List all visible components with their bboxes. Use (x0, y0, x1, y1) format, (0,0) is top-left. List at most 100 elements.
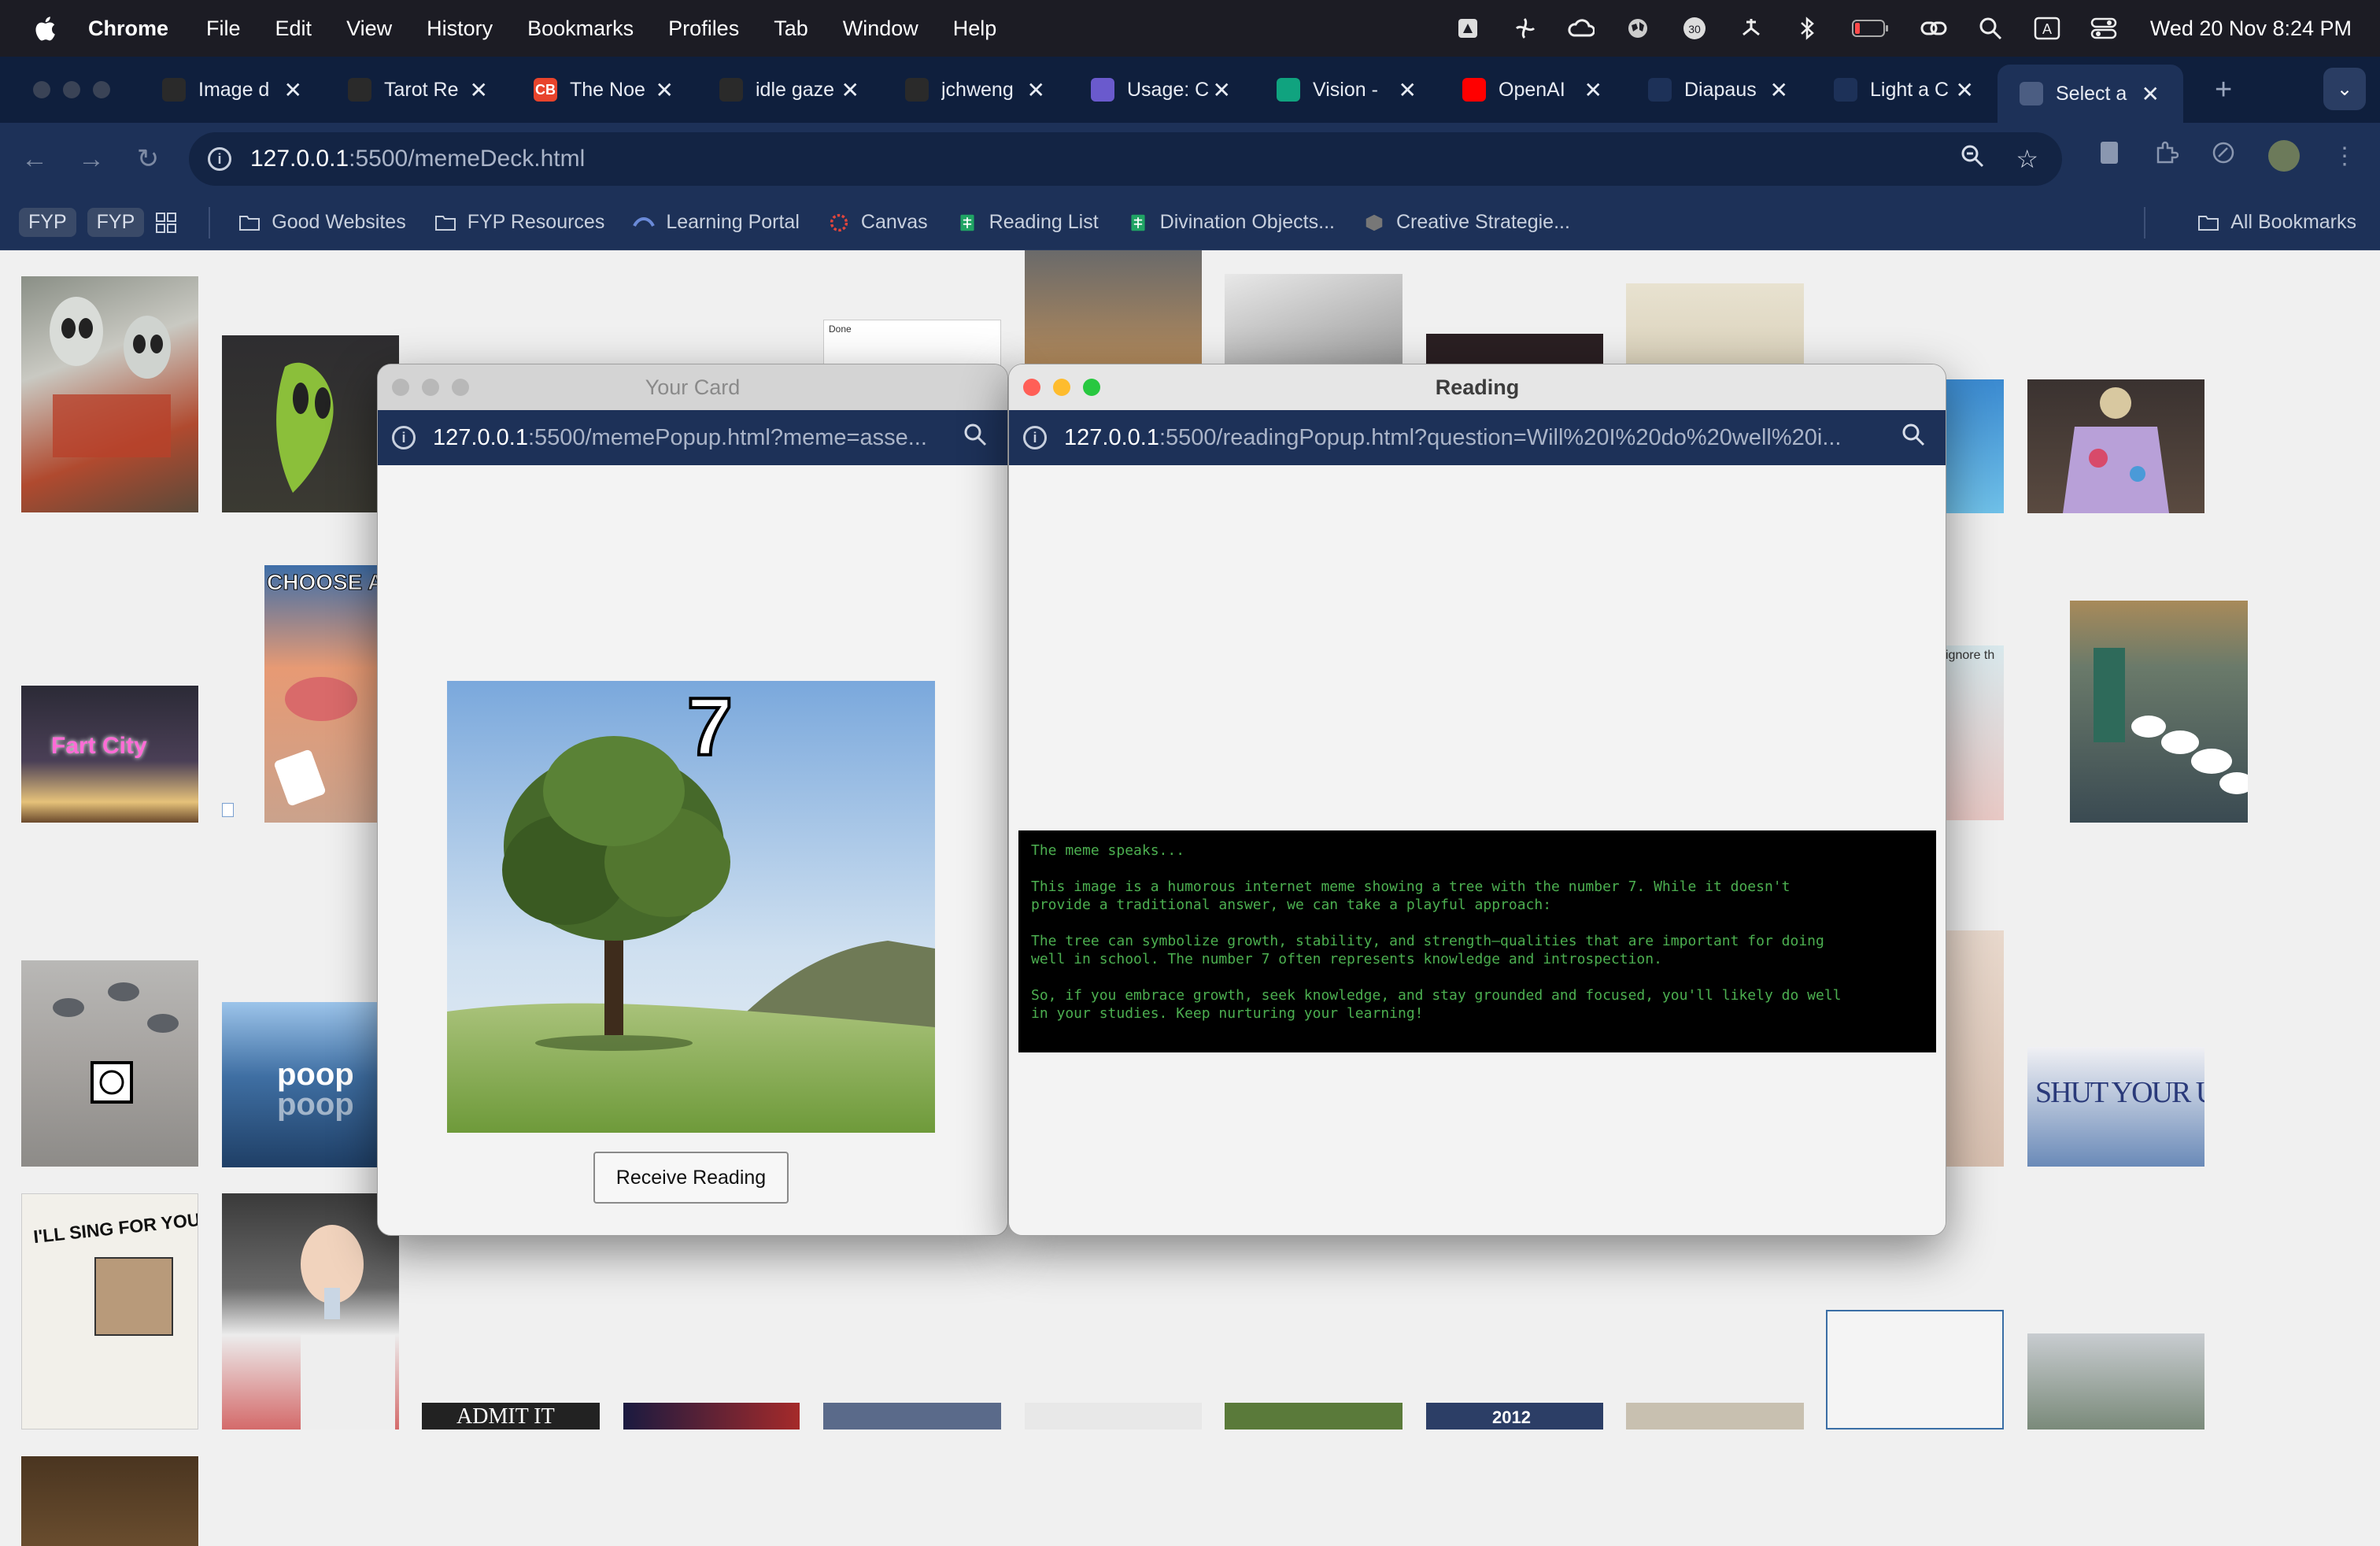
bookmark-item[interactable]: Divination Objects... (1127, 211, 1335, 234)
globe-icon[interactable] (1624, 15, 1651, 42)
menu-tab[interactable]: Tab (774, 17, 808, 41)
meme-thumbnail[interactable]: ADMIT IT (422, 1403, 600, 1429)
meme-thumbnail[interactable]: ignore th (1944, 645, 2004, 820)
zoom-icon[interactable] (963, 423, 987, 453)
extensions-puzzle-icon[interactable] (2153, 140, 2179, 172)
forward-arrow-icon[interactable]: → (63, 144, 120, 175)
reading-popup-address-bar[interactable]: i 127.0.0.1:5500/readingPopup.html?quest… (1009, 410, 1946, 465)
close-tab-icon[interactable]: ✕ (1956, 77, 1974, 103)
close-tab-icon[interactable]: ✕ (1770, 77, 1788, 103)
cloud-icon[interactable] (1568, 15, 1595, 42)
meme-thumbnail[interactable] (1025, 1403, 1202, 1429)
bookmark-item[interactable]: Reading List (956, 211, 1099, 234)
bookmark-pill[interactable]: FYP (19, 208, 76, 237)
bookmark-item[interactable]: Good Websites (238, 211, 406, 234)
site-info-icon[interactable]: i (1023, 426, 1047, 449)
site-info-icon[interactable]: i (392, 426, 416, 449)
reading-popup-titlebar[interactable]: Reading (1009, 364, 1946, 410)
meme-thumbnail[interactable] (623, 1403, 800, 1429)
receive-reading-button[interactable]: Receive Reading (593, 1152, 789, 1204)
meme-thumbnail[interactable] (2070, 601, 2248, 823)
menu-app-name[interactable]: Chrome (88, 17, 168, 41)
more-menu-icon[interactable]: ⋮ (2333, 142, 2356, 170)
menu-bar-clock[interactable]: Wed 20 Nov 8:24 PM (2150, 17, 2352, 41)
close-tab-icon[interactable]: ✕ (656, 77, 674, 103)
browser-tab[interactable]: Select a ✕ (1998, 65, 2183, 123)
meme-thumbnail[interactable] (1944, 930, 2004, 1167)
bookmark-pill[interactable]: FYP (87, 208, 145, 237)
search-icon[interactable] (1977, 15, 2004, 42)
close-window-button[interactable] (33, 81, 50, 98)
browser-tab[interactable]: Diapaus ✕ (1626, 57, 1812, 123)
apple-logo-icon[interactable] (33, 15, 57, 42)
tab-search-dropdown[interactable]: ⌄ (2323, 68, 2366, 110)
meme-thumbnail[interactable]: I'LL SING FOR YOU (21, 1193, 198, 1429)
meme-thumbnail[interactable] (1826, 1310, 2004, 1429)
bookmark-item[interactable]: Creative Strategie... (1363, 211, 1570, 234)
meme-thumbnail[interactable]: Fart City (21, 686, 198, 823)
new-tab-button[interactable]: + (2215, 73, 2232, 107)
meme-thumbnail[interactable]: CHOOSE A C (264, 565, 377, 823)
close-tab-icon[interactable]: ✕ (1584, 77, 1602, 103)
close-window-button[interactable] (1023, 379, 1040, 396)
zoom-window-button[interactable] (93, 81, 110, 98)
bluetooth-icon[interactable] (1794, 15, 1821, 42)
sync-icon[interactable] (1511, 15, 1538, 42)
menu-bookmarks[interactable]: Bookmarks (527, 17, 634, 41)
meme-thumbnail[interactable] (222, 803, 234, 817)
reload-icon[interactable]: ↻ (120, 143, 176, 175)
browser-tab[interactable]: Light a C ✕ (1812, 57, 1998, 123)
input-source-icon[interactable]: A (2034, 15, 2060, 42)
meme-thumbnail[interactable] (2027, 1333, 2204, 1429)
menu-profiles[interactable]: Profiles (668, 17, 739, 41)
bookmark-item[interactable]: FYP Resources (434, 211, 604, 234)
browser-tab[interactable]: Usage: C ✕ (1069, 57, 1255, 123)
meme-thumbnail[interactable] (222, 1193, 399, 1429)
address-bar[interactable]: i 127.0.0.1:5500/memeDeck.html ☆ (189, 132, 2062, 186)
tarot-card-image[interactable]: 7 (447, 681, 935, 1133)
link-icon[interactable] (1920, 15, 1947, 42)
meme-thumbnail[interactable] (1225, 1403, 1402, 1429)
reading-mode-icon[interactable] (2098, 140, 2120, 172)
minimize-window-button[interactable] (1053, 379, 1070, 396)
browser-tab[interactable]: OpenAI ✕ (1440, 57, 1626, 123)
bookmark-item[interactable]: Canvas (828, 211, 928, 234)
menu-history[interactable]: History (427, 17, 493, 41)
menu-window[interactable]: Window (843, 17, 918, 41)
all-bookmarks-button[interactable]: All Bookmarks (2197, 211, 2356, 234)
meme-thumbnail[interactable] (1626, 1403, 1804, 1429)
browser-tab[interactable]: Tarot Re ✕ (326, 57, 512, 123)
zoom-window-button[interactable] (452, 379, 469, 396)
browser-tab[interactable]: Image d ✕ (140, 57, 326, 123)
battery-icon[interactable] (1851, 15, 1890, 42)
extension-icon[interactable] (2212, 141, 2235, 171)
browser-tab[interactable]: jchweng ✕ (883, 57, 1069, 123)
close-tab-icon[interactable]: ✕ (1213, 77, 1231, 103)
browser-tab[interactable]: idle gaze ✕ (697, 57, 883, 123)
meme-thumbnail[interactable] (1225, 274, 1402, 368)
meme-thumbnail[interactable] (21, 276, 198, 512)
menu-file[interactable]: File (206, 17, 241, 41)
menu-help[interactable]: Help (953, 17, 997, 41)
close-window-button[interactable] (392, 379, 409, 396)
meme-thumbnail[interactable] (823, 1403, 1001, 1429)
zoom-window-button[interactable] (1083, 379, 1100, 396)
meme-thumbnail[interactable] (2027, 379, 2204, 513)
drive-icon[interactable] (1454, 15, 1481, 42)
card-popup-address-bar[interactable]: i 127.0.0.1:5500/memePopup.html?meme=ass… (378, 410, 1007, 465)
timer-icon[interactable]: 30 (1681, 15, 1708, 42)
back-arrow-icon[interactable]: ← (6, 144, 63, 175)
meme-thumbnail[interactable] (1944, 379, 2004, 513)
close-tab-icon[interactable]: ✕ (841, 77, 859, 103)
fan-icon[interactable] (1738, 15, 1765, 42)
meme-thumbnail[interactable] (21, 1456, 198, 1546)
bookmark-star-icon[interactable]: ☆ (2016, 144, 2038, 174)
meme-thumbnail[interactable] (1025, 250, 1202, 368)
card-popup-titlebar[interactable]: Your Card (378, 364, 1007, 410)
menu-view[interactable]: View (346, 17, 392, 41)
browser-tab[interactable]: Vision - ✕ (1255, 57, 1440, 123)
bookmark-item[interactable]: Learning Portal (633, 211, 800, 234)
close-tab-icon[interactable]: ✕ (2142, 81, 2160, 107)
close-tab-icon[interactable]: ✕ (284, 77, 302, 103)
zoom-icon[interactable] (1901, 423, 1925, 453)
